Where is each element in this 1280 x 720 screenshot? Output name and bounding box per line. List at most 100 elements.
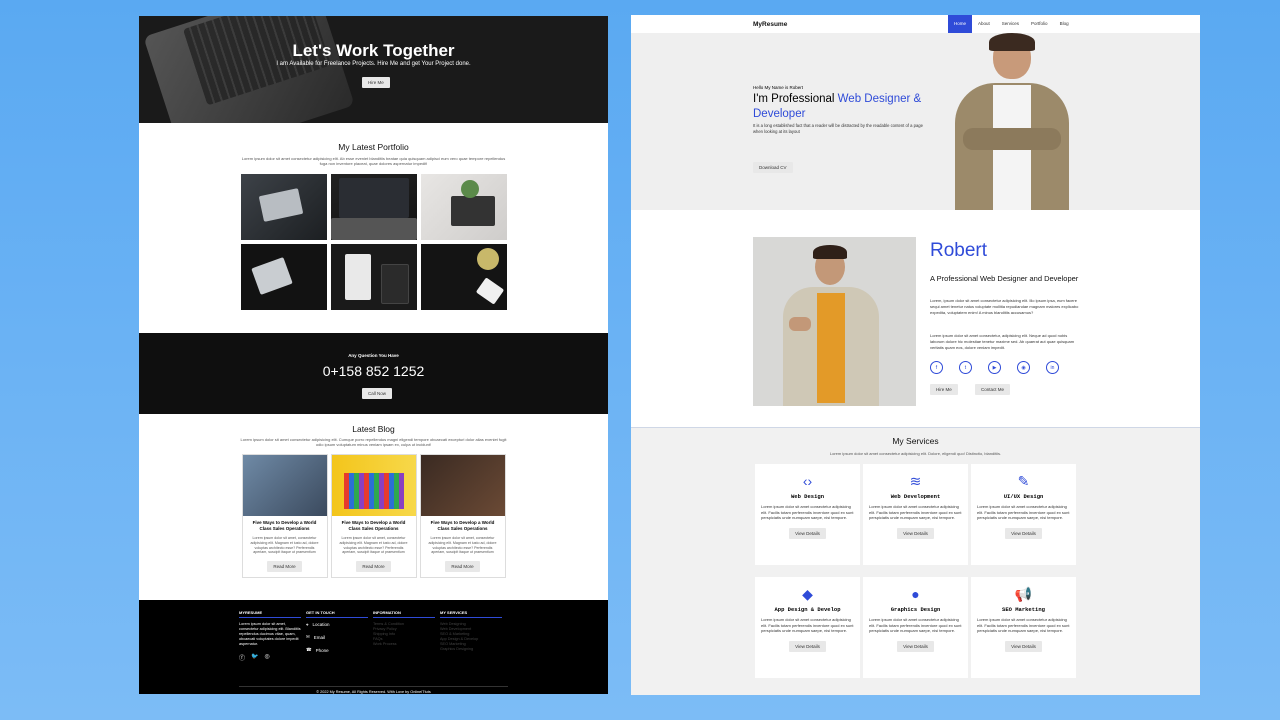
about-paragraph-1: Lorem, ipsum dolor sit amet consectetur …: [930, 298, 1079, 315]
footer-services-title: MY SERVICES: [440, 610, 502, 618]
about-section: Robert A Professional Web Designer and D…: [631, 210, 1200, 428]
service-card: ◆ App Design & Develop Lorem ipsum dolor…: [755, 577, 860, 678]
view-details-button[interactable]: View Details: [789, 640, 826, 652]
read-more-button[interactable]: Read More: [267, 561, 302, 573]
nav-item-services[interactable]: Services: [996, 15, 1025, 33]
service-text: Lorem ipsum dolor sit amet consectetur a…: [761, 617, 854, 634]
blog-image: [242, 455, 327, 516]
portfolio-item[interactable]: [330, 174, 417, 240]
brand-logo[interactable]: MyResume: [753, 21, 787, 28]
footer-information: INFORMATION Terms & Condition Privacy Po…: [373, 610, 435, 662]
footer-services: MY SERVICES Web Designing Web Developmen…: [440, 610, 502, 662]
service-title: Web Development: [890, 493, 941, 500]
footer: MYRESUME Lorem ipsum dolor sit amet, con…: [139, 600, 608, 694]
facebook-icon[interactable]: f: [930, 361, 943, 374]
copyright: © 2022 My Resume, All Rights Reserved. W…: [239, 686, 508, 694]
left-page-preview: Let's Work Together I am Available for F…: [139, 16, 608, 694]
services-text: Lorem ipsum dolor sit amet consectetur a…: [829, 451, 1002, 456]
footer-email[interactable]: ✉ Email: [306, 634, 368, 640]
facebook-icon[interactable]: ⓕ: [239, 653, 245, 662]
service-text: Lorem ipsum dolor sit amet consectetur a…: [869, 617, 962, 634]
portfolio-item[interactable]: [420, 244, 507, 310]
services-title: My Services: [892, 436, 939, 446]
megaphone-icon: 📢: [1014, 586, 1033, 602]
blog-card-title[interactable]: Five Ways to Develop a World Class Sales…: [243, 516, 327, 531]
pen-icon: ✎: [1017, 473, 1030, 489]
services-section: My Services Lorem ipsum dolor sit amet c…: [631, 428, 1200, 678]
hero-heading-a: I'm Professional: [753, 93, 838, 105]
diamond-icon: ◆: [802, 586, 813, 602]
blog-card: Five Ways to Develop a World Class Sales…: [330, 454, 417, 578]
portfolio-section: My Latest Portfolio Lorem ipsum dolor si…: [139, 123, 608, 329]
social-icons: f t ▶ ◉ in: [930, 361, 1059, 374]
contact-me-button[interactable]: Contact Me: [975, 384, 1011, 395]
hero-title: Let's Work Together: [292, 41, 455, 60]
about-paragraph-2: Lorem ipsum dolor sit amet consectetur, …: [930, 333, 1075, 350]
hero-person-image: [949, 33, 1074, 210]
nav-item-home[interactable]: Home: [948, 15, 973, 33]
footer-link[interactable]: Work Process: [373, 642, 435, 647]
location-icon: ⌖: [306, 622, 309, 627]
youtube-icon[interactable]: ▶: [988, 361, 1001, 374]
portfolio-title: My Latest Portfolio: [338, 142, 409, 152]
blog-card: Five Ways to Develop a World Class Sales…: [419, 454, 506, 578]
phone-label: Phone: [315, 647, 329, 653]
footer-socials: ⓕ 🐦 ◎: [239, 653, 301, 662]
view-details-button[interactable]: View Details: [1005, 527, 1042, 539]
nav-menu: Home About Services Portfolio Blog: [948, 15, 1075, 33]
hire-me-button[interactable]: Hire Me: [362, 77, 390, 88]
portfolio-item[interactable]: [240, 244, 327, 310]
download-cv-button[interactable]: Download CV: [753, 162, 793, 173]
layers-icon: ≋: [909, 473, 922, 489]
footer-link[interactable]: Graphics Designing: [440, 647, 502, 652]
view-details-button[interactable]: View Details: [1005, 640, 1042, 652]
footer-about: MYRESUME Lorem ipsum dolor sit amet, con…: [239, 610, 301, 662]
hire-me-button[interactable]: Hire Me: [930, 384, 958, 395]
portfolio-item[interactable]: [240, 174, 327, 240]
instagram-icon[interactable]: ◎: [265, 653, 270, 662]
blog-title: Latest Blog: [352, 424, 395, 434]
twitter-icon[interactable]: t: [959, 361, 972, 374]
github-icon[interactable]: ◉: [1017, 361, 1030, 374]
profile-photo: [753, 237, 916, 406]
nav-item-about[interactable]: About: [972, 15, 996, 33]
blog-text: Lorem ipsum dolor sit amet consectetur a…: [240, 437, 507, 447]
blog-card-title[interactable]: Five Ways to Develop a World Class Sales…: [421, 516, 505, 531]
blog-card-title[interactable]: Five Ways to Develop a World Class Sales…: [332, 516, 416, 531]
footer-phone[interactable]: ☎ Phone: [306, 647, 368, 653]
nav-item-blog[interactable]: Blog: [1054, 15, 1075, 33]
footer-location[interactable]: ⌖ Location: [306, 622, 368, 627]
service-title: UI/UX Design: [1003, 493, 1044, 500]
read-more-button[interactable]: Read More: [445, 561, 480, 573]
service-title: SEO Marketing: [1002, 606, 1045, 613]
about-role: A Professional Web Designer and Develope…: [930, 274, 1079, 283]
service-title: Graphics Design: [890, 606, 941, 613]
portfolio-item[interactable]: [420, 174, 507, 240]
nav-item-portfolio[interactable]: Portfolio: [1025, 15, 1054, 33]
call-to-action: Any Question You Have 0+158 852 1252 Cal…: [139, 333, 608, 414]
cta-question: Any Question You Have: [348, 353, 399, 358]
service-text: Lorem ipsum dolor sit amet consectetur a…: [977, 504, 1070, 521]
service-text: Lorem ipsum dolor sit amet consectetur a…: [977, 617, 1070, 634]
service-card: ≋ Web Development Lorem ipsum dolor sit …: [863, 464, 968, 565]
twitter-icon[interactable]: 🐦: [251, 653, 258, 662]
service-text: Lorem ipsum dolor sit amet consectetur a…: [761, 504, 854, 521]
service-text: Lorem ipsum dolor sit amet consectetur a…: [869, 504, 962, 521]
portfolio-item[interactable]: [330, 244, 417, 310]
hello-text: Hello My Name is Robert: [753, 85, 804, 90]
view-details-button[interactable]: View Details: [897, 527, 934, 539]
hero-heading: I'm Professional Web Designer & Develope…: [753, 92, 933, 122]
code-icon: ‹›: [802, 473, 813, 489]
blog-image: [331, 455, 416, 516]
service-title: App Design & Develop: [774, 606, 841, 613]
read-more-button[interactable]: Read More: [356, 561, 391, 573]
linkedin-icon[interactable]: in: [1046, 361, 1059, 374]
laptop-image: [143, 16, 355, 123]
view-details-button[interactable]: View Details: [789, 527, 826, 539]
blog-card-text: Lorem ipsum dolor sit amet, consectetur …: [339, 536, 408, 555]
footer-about-title: MYRESUME: [239, 610, 301, 618]
call-now-button[interactable]: Call Now: [362, 388, 393, 399]
footer-contact-title: GET IN TOUCH: [306, 610, 368, 618]
view-details-button[interactable]: View Details: [897, 640, 934, 652]
email-label: Email: [313, 634, 326, 640]
